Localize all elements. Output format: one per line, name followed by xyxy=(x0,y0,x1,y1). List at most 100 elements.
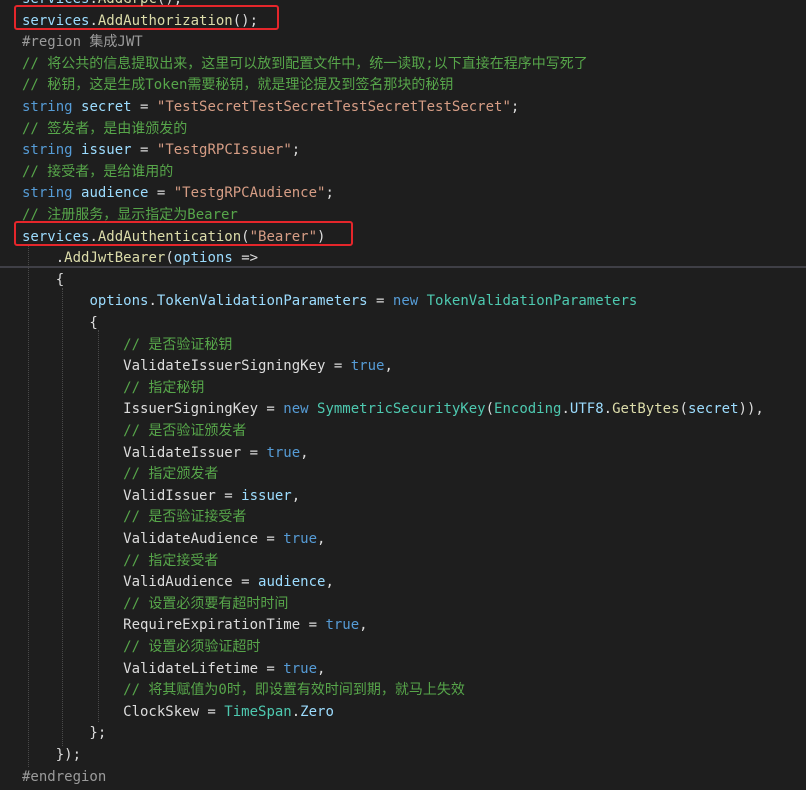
code-token: "TestgRPCAudience" xyxy=(173,185,326,202)
code-line[interactable]: ValidateIssuer = true, xyxy=(22,443,309,464)
code-line[interactable]: // 接受者，是给谁用的 xyxy=(22,162,173,183)
code-line[interactable]: // 秘钥，这是生成Token需要秘钥，就是理论提及到签名那块的秘钥 xyxy=(22,75,453,96)
code-line[interactable]: // 指定秘钥 xyxy=(22,378,204,399)
code-token: TokenValidationParameters xyxy=(426,293,638,310)
code-token: // 指定颁发者 xyxy=(22,466,219,483)
code-token: AddAuthentication xyxy=(97,228,242,245)
code-line[interactable]: string secret = "TestSecretTestSecretTes… xyxy=(22,97,519,118)
code-line[interactable]: { xyxy=(22,270,64,291)
code-line[interactable]: ValidateLifetime = true, xyxy=(22,659,325,680)
code-token: // 是否验证颁发者 xyxy=(22,423,247,439)
code-line[interactable]: .AddJwtBearer(options => xyxy=(22,248,258,269)
code-line[interactable]: ValidIssuer = issuer, xyxy=(22,486,300,507)
code-token: ClockSkew = xyxy=(22,703,225,720)
code-line[interactable]: { xyxy=(22,313,98,334)
code-line[interactable]: }); xyxy=(22,745,81,766)
code-token: , xyxy=(291,487,301,504)
code-token: , xyxy=(317,531,326,547)
code-token: AddGrpc xyxy=(98,0,157,7)
code-token: }; xyxy=(22,725,107,742)
code-line[interactable]: ValidAudience = audience, xyxy=(22,572,334,593)
code-token: ValidateIssuerSigningKey = xyxy=(22,358,351,375)
code-token: , xyxy=(384,358,393,375)
code-token: ValidIssuer = xyxy=(22,487,242,504)
code-line[interactable]: string audience = "TestgRPCAudience"; xyxy=(22,183,334,204)
code-token: . xyxy=(603,401,613,418)
code-token: // 将公共的信息提取出来，这里可以放到配置文件中，统一读取;以下直接在程序中写… xyxy=(22,55,588,72)
code-token: "TestSecretTestSecretTestSecretTestSecre… xyxy=(156,99,511,115)
code-token: { xyxy=(22,271,65,288)
code-token: #endregion xyxy=(22,768,107,785)
code-line[interactable]: services.AddAuthentication("Bearer") xyxy=(22,227,325,248)
code-token: "Bearer" xyxy=(249,228,318,245)
code-token: , xyxy=(325,574,334,591)
code-token: = xyxy=(131,99,157,115)
code-token: true xyxy=(283,660,318,677)
code-token: . xyxy=(89,0,97,7)
code-token: ValidateIssuer = xyxy=(22,444,267,461)
code-token: (); xyxy=(157,0,182,7)
code-line[interactable]: // 设置必须要有超时时间 xyxy=(22,594,288,615)
code-token: services xyxy=(22,0,89,7)
code-token: SymmetricSecurityKey xyxy=(317,401,486,418)
code-line[interactable]: // 是否验证秘钥 xyxy=(22,335,232,356)
code-line[interactable]: // 是否验证接受者 xyxy=(22,507,246,528)
code-line[interactable]: // 将其赋值为0时，即设置有效时间到期，就马上失效 xyxy=(22,680,465,701)
code-line[interactable]: // 签发者，是由谁颁发的 xyxy=(22,119,187,140)
code-line[interactable]: services.AddAuthorization(); xyxy=(22,11,258,32)
code-token: // 将其赋值为0时，即设置有效时间到期，就马上失效 xyxy=(22,682,465,699)
code-token: ( xyxy=(485,401,495,418)
code-line[interactable]: string issuer = "TestgRPCIssuer"; xyxy=(22,140,300,161)
code-token: // 指定秘钥 xyxy=(22,379,205,396)
code-token: // 是否验证秘钥 xyxy=(22,336,233,353)
code-token: GetBytes xyxy=(612,401,680,418)
code-token: true xyxy=(283,531,318,547)
code-line[interactable]: // 指定接受者 xyxy=(22,551,218,572)
code-token: options xyxy=(89,293,149,310)
code-line[interactable]: IssuerSigningKey = new SymmetricSecurity… xyxy=(22,399,764,420)
code-token: audience xyxy=(258,574,326,591)
code-token: // 签发者，是由谁颁发的 xyxy=(22,120,188,137)
code-token: services xyxy=(22,228,90,245)
code-token: options xyxy=(173,250,233,267)
code-token: "TestgRPCIssuer" xyxy=(156,142,292,159)
code-line[interactable]: #region 集成JWT xyxy=(22,32,143,53)
code-token: ValidateLifetime = xyxy=(22,660,284,677)
code-line[interactable]: // 设置必须验证超时 xyxy=(22,637,260,658)
code-line[interactable]: ClockSkew = TimeSpan.Zero xyxy=(22,702,334,723)
code-line[interactable]: ValidateAudience = true, xyxy=(22,529,325,550)
code-token: ) xyxy=(317,228,326,245)
code-token: = xyxy=(148,185,174,202)
code-token: secret xyxy=(687,401,739,418)
code-editor[interactable]: services.AddGrpc();services.AddAuthoriza… xyxy=(0,0,806,790)
code-token: , xyxy=(317,660,326,677)
code-token: . xyxy=(148,293,157,310)
code-line[interactable]: // 是否验证颁发者 xyxy=(22,421,246,442)
code-token: (); xyxy=(232,12,259,29)
code-line[interactable]: ValidateIssuerSigningKey = true, xyxy=(22,356,393,377)
code-line[interactable]: services.AddGrpc(); xyxy=(22,0,182,10)
code-token: // 设置必须要有超时时间 xyxy=(22,595,289,612)
code-line[interactable]: RequireExpirationTime = true, xyxy=(22,615,367,636)
code-token: , xyxy=(300,444,309,461)
code-token: ValidateAudience = xyxy=(22,531,284,547)
code-token: { xyxy=(22,315,98,331)
code-token: TokenValidationParameters xyxy=(156,293,368,310)
code-token: // 接受者，是给谁用的 xyxy=(22,163,174,180)
code-token: ; xyxy=(291,142,301,159)
code-token: ( xyxy=(241,228,250,245)
code-token: AddJwtBearer xyxy=(64,250,166,267)
code-line[interactable]: #endregion xyxy=(22,767,106,788)
code-token: RequireExpirationTime = xyxy=(22,617,326,634)
code-line[interactable]: // 将公共的信息提取出来，这里可以放到配置文件中，统一读取;以下直接在程序中写… xyxy=(22,54,588,75)
code-token: true xyxy=(350,358,385,375)
code-token: IssuerSigningKey = xyxy=(22,401,284,418)
code-line[interactable]: options.TokenValidationParameters = new … xyxy=(22,291,637,312)
code-line[interactable]: }; xyxy=(22,723,106,744)
code-line[interactable]: // 指定颁发者 xyxy=(22,464,218,485)
code-line[interactable]: // 注册服务，显示指定为Bearer xyxy=(22,205,238,226)
code-token: true xyxy=(325,617,360,634)
code-token: . xyxy=(22,250,65,267)
code-token: new xyxy=(392,293,427,310)
